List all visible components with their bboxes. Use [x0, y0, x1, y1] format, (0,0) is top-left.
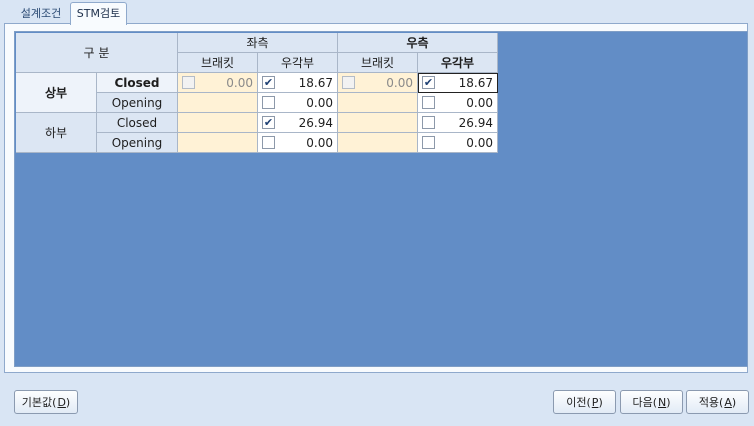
default-button[interactable]: 기본값(D) [14, 390, 78, 414]
default-button-suffix: ) [65, 395, 71, 409]
apply-button-suffix: ) [731, 395, 737, 409]
row-checkbox[interactable] [422, 136, 435, 149]
subheader-right-corner: 우각부 [418, 53, 498, 73]
prev-button-suffix: ) [598, 395, 603, 409]
row-checkbox[interactable] [182, 76, 195, 89]
default-button-hotkey: D [57, 395, 66, 409]
apply-button-label: 적용( [698, 396, 724, 409]
value-cell[interactable]: 0.00 [258, 133, 338, 153]
tab-strip: 설계조건 STM검토 [0, 0, 754, 25]
row-label: Opening [97, 133, 178, 153]
check-mark-icon: ✔ [423, 76, 434, 89]
apply-button[interactable]: 적용(A) [686, 390, 749, 414]
value-cell[interactable]: 0.00 [418, 133, 498, 153]
row-checkbox[interactable] [342, 76, 355, 89]
check-mark-icon: ✔ [263, 76, 274, 89]
row-checkbox[interactable] [262, 96, 275, 109]
row-checkbox[interactable] [422, 116, 435, 129]
stm-grid-area: 구 분 좌측 우측 브래킷 우각부 브래킷 우각부 상부 Closed 0.00 ✔ 18.67 0.0… [14, 31, 748, 367]
value-cell[interactable]: 0.00 [418, 93, 498, 113]
next-button-label: 다음( [632, 396, 657, 409]
group-header-left: 좌측 [178, 33, 338, 53]
row-checkbox[interactable] [422, 96, 435, 109]
section-label: 하부 [16, 113, 97, 153]
default-button-label: 기본값( [21, 396, 57, 409]
value-cell[interactable] [338, 93, 418, 113]
check-mark-icon: ✔ [263, 116, 274, 129]
next-button-hotkey: N [658, 395, 667, 409]
value-cell[interactable]: ✔ 26.94 [258, 113, 338, 133]
value-cell[interactable] [178, 133, 258, 153]
value-cell[interactable] [338, 113, 418, 133]
prev-button-hotkey: P [591, 395, 599, 409]
value-cell[interactable]: ✔ 18.67 [418, 73, 498, 93]
row-checkbox[interactable]: ✔ [422, 76, 435, 89]
value-cell[interactable]: 0.00 [178, 73, 258, 93]
row-label: Closed [97, 73, 178, 93]
tab-stm-review[interactable]: STM검토 [70, 2, 127, 25]
subheader-right-bracket: 브래킷 [338, 53, 418, 73]
tab-design-conditions[interactable]: 설계조건 [12, 4, 70, 23]
value-cell[interactable]: ✔ 18.67 [258, 73, 338, 93]
subheader-left-bracket: 브래킷 [178, 53, 258, 73]
row-label: Opening [97, 93, 178, 113]
apply-button-hotkey: A [724, 395, 732, 409]
value-cell[interactable]: 0.00 [338, 73, 418, 93]
value-cell[interactable] [178, 113, 258, 133]
section-label: 상부 [16, 73, 97, 113]
prev-button[interactable]: 이전(P) [553, 390, 616, 414]
value-cell[interactable] [338, 133, 418, 153]
next-button-suffix: ) [666, 395, 671, 409]
row-label: Closed [97, 113, 178, 133]
prev-button-label: 이전( [566, 396, 591, 409]
value-cell[interactable]: 26.94 [418, 113, 498, 133]
value-cell[interactable]: 0.00 [258, 93, 338, 113]
row-checkbox[interactable]: ✔ [262, 116, 275, 129]
next-button[interactable]: 다음(N) [620, 390, 683, 414]
row-checkbox[interactable]: ✔ [262, 76, 275, 89]
grid-corner-header: 구 분 [16, 33, 178, 73]
value-cell[interactable] [178, 93, 258, 113]
subheader-left-corner: 우각부 [258, 53, 338, 73]
group-header-right: 우측 [338, 33, 498, 53]
row-checkbox[interactable] [262, 136, 275, 149]
